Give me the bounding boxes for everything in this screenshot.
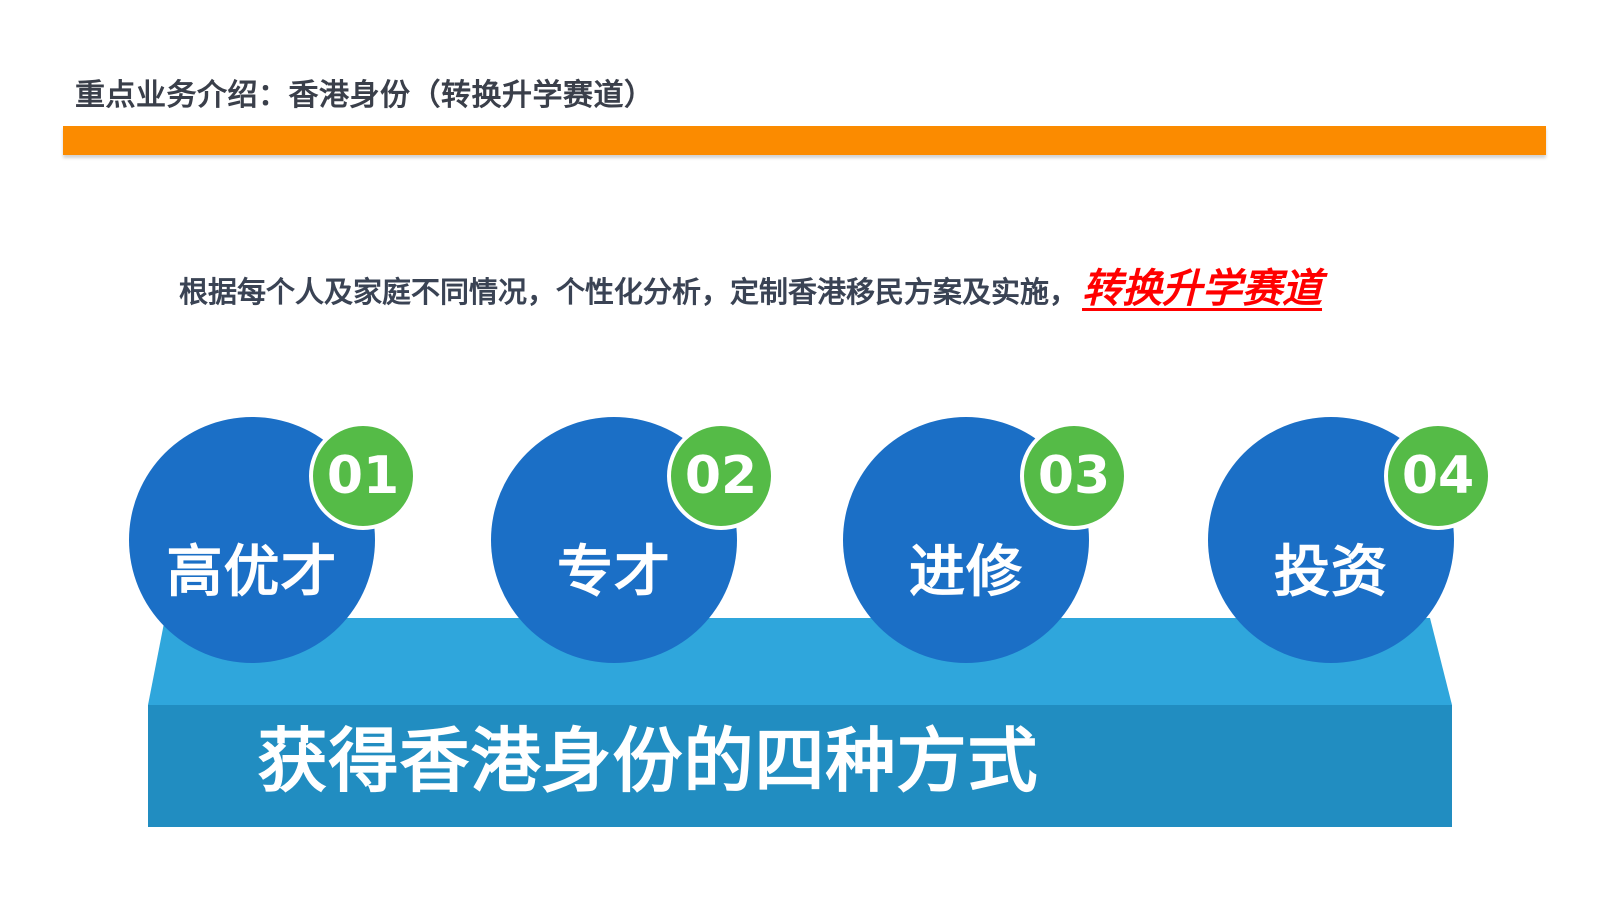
base-label: 获得香港身份的四种方式 — [257, 720, 1039, 802]
way-number-badge-1: 01 — [309, 422, 417, 530]
way-label-3: 进修 — [909, 540, 1023, 605]
way-label-1: 高优才 — [166, 540, 338, 605]
way-number-badge-2: 02 — [667, 422, 775, 530]
way-number-badge-4: 04 — [1384, 422, 1492, 530]
way-number-badge-3: 03 — [1020, 422, 1128, 530]
way-label-4: 投资 — [1274, 540, 1388, 605]
way-label-2: 专才 — [557, 540, 671, 605]
